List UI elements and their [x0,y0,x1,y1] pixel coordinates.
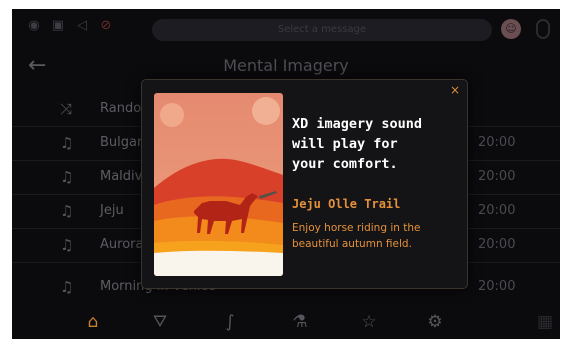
shuffle-icon: ⤨ [60,100,73,118]
avatar[interactable]: ☺ [501,19,521,39]
list-item-time: 20:00 [478,169,516,184]
jeju-autumn-horse-illustration [154,93,283,276]
home-icon[interactable]: ⌂ [82,311,104,333]
star-icon[interactable]: ☆ [358,311,380,333]
list-item-title: Jeju [100,203,124,218]
battery-icon[interactable]: ▣ [50,18,66,34]
illustration-svg [154,93,283,276]
gear-icon[interactable]: ⚙ [424,311,446,333]
list-item-time: 20:00 [478,237,516,252]
music-note-icon: ♫ [60,168,74,186]
status-bar: ◉ ▣ ◁ ⊘ Select a message ☺ [12,9,560,43]
message-selector[interactable]: Select a message [152,19,492,41]
list-item-title: Aurora [100,237,144,252]
mute-icon[interactable]: ⊘ [98,18,114,34]
info-dialog: × XD imagery sound will play for your co… [141,79,468,289]
screen: ◉ ▣ ◁ ⊘ Select a message ☺ ← Mental Imag… [12,9,560,339]
music-note-icon: ♫ [60,134,74,152]
list-item-time: 20:00 [478,279,516,294]
music-note-icon: ♫ [60,202,74,220]
music-note-icon: ♫ [60,236,74,254]
message-placeholder: Select a message [277,24,367,35]
dialog-subtitle: Jeju Olle Trail [292,197,401,211]
close-icon[interactable]: × [449,84,461,96]
music-note-icon: ♫ [60,278,74,296]
volume-icon[interactable]: ◁ [74,18,90,34]
phone-icon[interactable] [536,19,550,39]
car-icon[interactable]: ⛛ [149,311,171,333]
bottom-nav: ⌂ ⛛ ∫ ⚗ ☆ ⚙ ▦ [12,305,560,339]
list-item-time: 20:00 [478,135,516,150]
route-icon[interactable]: ∫ [219,311,241,333]
dialog-description: Enjoy horse riding in the beautiful autu… [292,222,421,250]
wifi-icon[interactable]: ◉ [26,18,42,34]
grid-icon[interactable]: ▦ [534,311,556,333]
climate-icon[interactable]: ⚗ [289,311,311,333]
list-item-time: 20:00 [478,203,516,218]
page-title: Mental Imagery [223,56,349,75]
dialog-heading: XD imagery sound will play for your comf… [292,116,423,172]
